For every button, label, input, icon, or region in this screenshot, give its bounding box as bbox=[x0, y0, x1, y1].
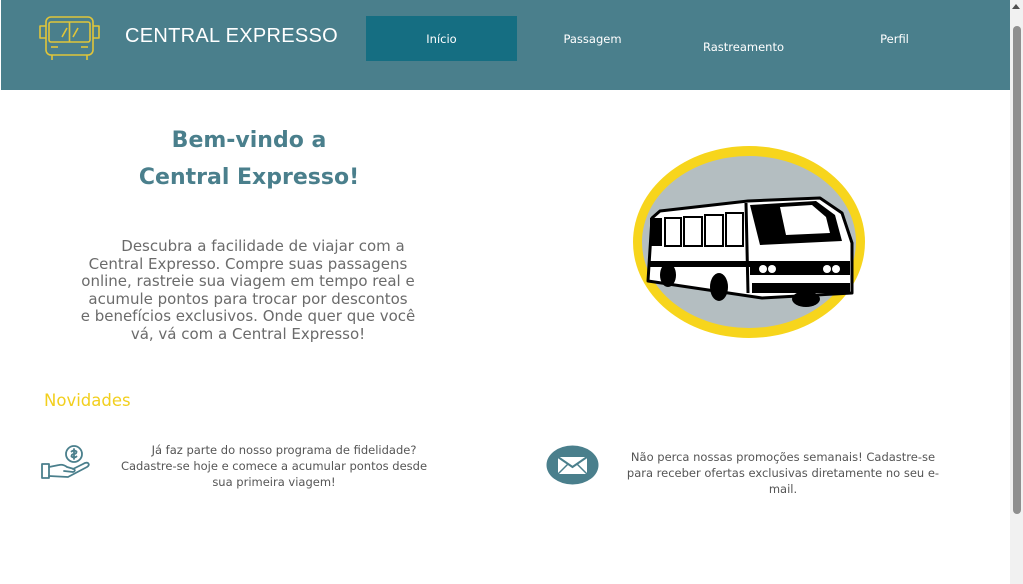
promo-line: para receber ofertas exclusivas diretame… bbox=[626, 466, 940, 480]
nav-item-passagem[interactable]: Passagem bbox=[517, 16, 668, 61]
bus-icon[interactable] bbox=[37, 14, 103, 62]
mail-icon bbox=[546, 445, 599, 485]
header: CENTRAL EXPRESSO Início Passagem Rastrea… bbox=[1, 0, 1010, 90]
nav-item-rastreamento[interactable]: Rastreamento bbox=[668, 24, 819, 69]
bus-illustration bbox=[633, 146, 865, 338]
title-line-2: Central Expresso! bbox=[138, 165, 360, 190]
promo-line: Cadastre-se hoje e comece a acumular pon… bbox=[120, 459, 428, 473]
intro-line: e benefícios exclusivos. Onde quer que v… bbox=[80, 307, 416, 325]
intro-paragraph: Descubra a facilidade de viajar com a Ce… bbox=[44, 237, 452, 343]
hand-money-icon bbox=[41, 445, 90, 479]
title-line-1: Bem-vindo a bbox=[171, 128, 327, 153]
intro-line: Central Expresso. Compre suas passagens bbox=[88, 254, 408, 273]
scrollbar-thumb[interactable] bbox=[1013, 26, 1021, 514]
intro-line: Descubra a facilidade de viajar com a bbox=[121, 237, 405, 255]
loyalty-promo-text: Já faz parte do nosso programa de fideli… bbox=[104, 442, 444, 490]
nav-item-perfil[interactable]: Perfil bbox=[819, 16, 970, 61]
newsletter-promo-text: Não perca nossas promoções semanais! Cad… bbox=[612, 449, 954, 497]
nav-item-inicio[interactable]: Início bbox=[366, 16, 517, 61]
promo-line: Não perca nossas promoções semanais! Cad… bbox=[630, 450, 936, 464]
scroll-up-arrow-icon[interactable] bbox=[1012, 4, 1020, 9]
promo-line: sua primeira viagem! bbox=[212, 475, 336, 489]
intro-line: acumule pontos para trocar por descontos bbox=[88, 289, 408, 308]
intro-line: online, rastreie sua viagem em tempo rea… bbox=[81, 272, 415, 290]
promo-line: mail. bbox=[768, 482, 798, 496]
news-heading: Novidades bbox=[44, 391, 131, 410]
page-title: Bem-vindo a Central Expresso! bbox=[99, 122, 399, 196]
promo-line: Já faz parte do nosso programa de fideli… bbox=[151, 443, 417, 457]
intro-line: vá, vá com a Central Expresso! bbox=[130, 324, 366, 343]
brand-name: CENTRAL EXPRESSO bbox=[125, 25, 339, 47]
